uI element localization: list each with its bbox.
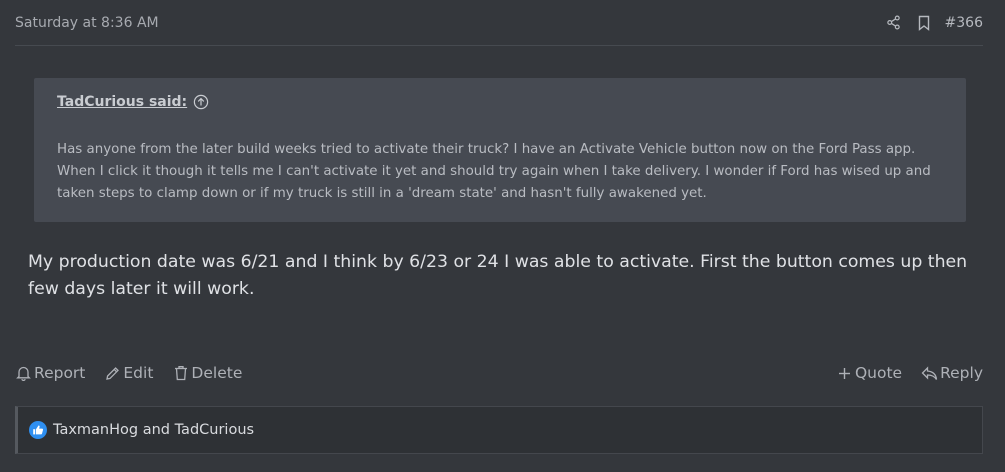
report-button[interactable]: Report: [15, 364, 85, 382]
post-header-actions: #366: [885, 14, 983, 32]
quote-block: TadCurious said: Has anyone from the lat…: [34, 78, 966, 222]
edit-button[interactable]: Edit: [104, 364, 153, 382]
arrow-up-circle-icon[interactable]: [193, 94, 209, 110]
bell-icon: [15, 365, 32, 382]
post-message: My production date was 6/21 and I think …: [28, 252, 968, 299]
reactions-bar: TaxmanHog and TadCurious: [15, 406, 983, 454]
reply-arrow-icon: [921, 365, 938, 382]
quote-author-link[interactable]: TadCurious said:: [57, 94, 187, 110]
trash-icon: [172, 365, 189, 382]
reaction-users-link[interactable]: TaxmanHog and TadCurious: [53, 422, 254, 438]
quote-text: Has anyone from the later build weeks tr…: [57, 142, 931, 201]
like-icon: [29, 421, 47, 439]
delete-button[interactable]: Delete: [172, 364, 242, 382]
bookmark-icon[interactable]: [915, 14, 933, 32]
share-icon[interactable]: [885, 14, 903, 32]
quote-title: TadCurious said:: [57, 94, 944, 110]
post-number-link[interactable]: #366: [945, 15, 983, 31]
post-actions-right: Quote Reply: [836, 364, 983, 382]
report-label: Report: [34, 364, 86, 382]
quote-button[interactable]: Quote: [836, 364, 902, 382]
post-actions-bar: Report Edit Delete Quote Reply: [15, 360, 983, 386]
post-header: Saturday at 8:36 AM #366: [15, 0, 983, 46]
plus-icon: [836, 365, 853, 382]
edit-label: Edit: [123, 364, 154, 382]
post-timestamp[interactable]: Saturday at 8:36 AM: [15, 15, 159, 31]
quote-label: Quote: [854, 364, 903, 382]
reply-label: Reply: [940, 364, 983, 382]
post-actions-left: Report Edit Delete: [15, 364, 242, 382]
pencil-icon: [104, 365, 121, 382]
forum-post: Saturday at 8:36 AM #366 TadCurious said…: [0, 0, 1005, 472]
reply-button[interactable]: Reply: [921, 364, 983, 382]
delete-label: Delete: [191, 364, 243, 382]
